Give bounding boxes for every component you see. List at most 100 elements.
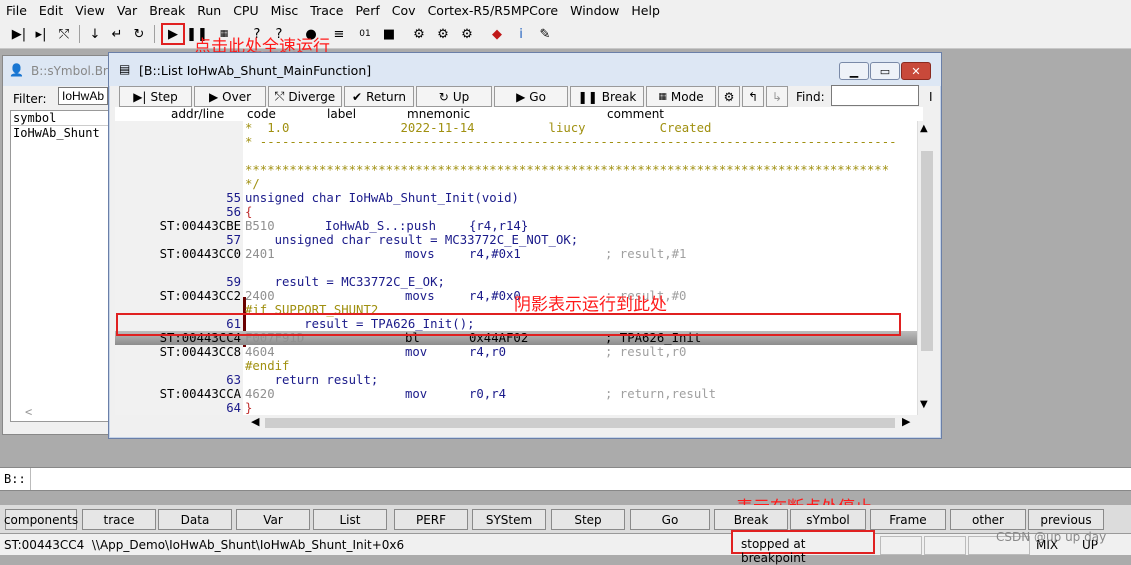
softkey-trace[interactable]: trace xyxy=(82,509,156,530)
go-button-list[interactable]: ▶ Go xyxy=(494,86,568,107)
menu-cortex-r5-r5mpcore[interactable]: Cortex-R5/R5MPCore xyxy=(422,3,565,18)
close-button[interactable]: ✕ xyxy=(901,62,931,80)
code-line[interactable]: ****************************************… xyxy=(115,163,917,177)
code-line[interactable]: ST:00443CC0 2401 movs r4,#0x1 ; result,#1 xyxy=(115,247,917,261)
menu-cpu[interactable]: CPU xyxy=(227,3,264,18)
softkey-previous[interactable]: previous xyxy=(1028,509,1104,530)
code-line[interactable] xyxy=(115,149,917,163)
break-button[interactable]: ❚❚ Break xyxy=(570,86,644,107)
list-icon[interactable]: ≡ xyxy=(330,25,348,43)
menu-help[interactable]: Help xyxy=(625,3,666,18)
tools-icon[interactable]: ✎ xyxy=(536,25,554,43)
list-window[interactable]: ▤ [B::List IoHwAb_Shunt_MainFunction] ▁ … xyxy=(108,52,942,439)
return-button[interactable]: ✔ Return xyxy=(344,86,414,107)
maximize-button[interactable]: ▭ xyxy=(870,62,900,80)
list-window-titlebar[interactable]: ▤ [B::List IoHwAb_Shunt_MainFunction] ▁ … xyxy=(109,53,941,86)
code-line[interactable]: 56 { xyxy=(115,205,917,219)
code-line[interactable] xyxy=(115,261,917,275)
softkey-data[interactable]: Data xyxy=(158,509,232,530)
softkey-components[interactable]: components xyxy=(4,509,78,530)
over-icon[interactable]: ▸| xyxy=(32,25,50,43)
up-icon[interactable]: ↻ xyxy=(130,25,148,43)
code-line[interactable]: */ xyxy=(115,177,917,191)
return-icon[interactable]: ↵ xyxy=(108,25,126,43)
line-addr: 59 xyxy=(226,275,241,289)
command-line[interactable]: B:: xyxy=(0,467,1131,491)
softkey-symbol[interactable]: sYmbol xyxy=(790,509,866,530)
perf-icon[interactable]: ⚙ xyxy=(434,25,452,43)
symbol-list[interactable]: symbol IoHwAb_Shunt < xyxy=(10,110,113,422)
diverge-icon[interactable]: ⤲ xyxy=(55,25,73,43)
symbol-item[interactable]: IoHwAb_Shunt xyxy=(11,126,112,140)
softkey-perf[interactable]: PERF xyxy=(394,509,468,530)
find-input[interactable] xyxy=(831,85,919,106)
softkey-frame[interactable]: Frame xyxy=(870,509,946,530)
scroll-down-icon[interactable]: ▼ xyxy=(920,399,928,410)
back-button[interactable]: ↰ xyxy=(742,86,764,107)
code-line[interactable]: #endif xyxy=(115,359,917,373)
step-down-icon[interactable]: ↓ xyxy=(86,25,104,43)
menu-break[interactable]: Break xyxy=(143,3,191,18)
code-line[interactable]: ST:00443CC8 4604 mov r4,r0 ; result,r0 xyxy=(115,345,917,359)
line-addr: ST:00443CCA xyxy=(159,387,241,401)
code-line[interactable]: ST:00443CCA 4620 mov r0,r4 ; return,result xyxy=(115,387,917,401)
line-code: 2400 xyxy=(245,289,275,303)
filter-input[interactable] xyxy=(58,87,108,105)
softkey-system[interactable]: SYStem xyxy=(472,509,546,530)
go-button[interactable]: ▶ xyxy=(161,23,185,45)
softkey-var[interactable]: Var xyxy=(236,509,310,530)
menu-perf[interactable]: Perf xyxy=(349,3,385,18)
line-code: 4604 xyxy=(245,345,275,359)
symbol-window-titlebar[interactable]: 👤 B::sYmbol.Br xyxy=(3,56,111,86)
softkey-break[interactable]: Break xyxy=(714,509,788,530)
trace-icon[interactable]: ⚙ xyxy=(458,25,476,43)
scroll-left-icon[interactable]: ◀ xyxy=(251,415,259,428)
menu-window[interactable]: Window xyxy=(564,3,625,18)
diverge-button[interactable]: ⤲ Diverge xyxy=(268,86,342,107)
scroll-up-icon[interactable]: ▲ xyxy=(920,123,928,134)
find-label: Find: xyxy=(796,90,825,104)
scroll-thumb[interactable] xyxy=(921,151,933,351)
hscroll-thumb[interactable] xyxy=(265,418,895,428)
cube-icon[interactable]: ◆ xyxy=(488,25,506,43)
scroll-left-icon[interactable]: < xyxy=(25,405,32,419)
code-line[interactable]: * --------------------------------------… xyxy=(115,135,917,149)
code-line[interactable]: ST:00443CBE B510 IoHwAb_S..:push {r4,r14} xyxy=(115,219,917,233)
menu-view[interactable]: View xyxy=(69,3,111,18)
code-line[interactable]: * 1.0 2022-11-14 liucy Created xyxy=(115,121,917,135)
scroll-right-icon[interactable]: ▶ xyxy=(902,415,910,428)
over-button[interactable]: ▶ Over xyxy=(194,86,266,107)
code-line[interactable]: 63 return result; xyxy=(115,373,917,387)
mode-button[interactable]: ▦ Mode xyxy=(646,86,716,107)
forward-button[interactable]: ↳ xyxy=(766,86,788,107)
softkey-step[interactable]: Step xyxy=(551,509,625,530)
menu-trace[interactable]: Trace xyxy=(304,3,349,18)
chip-icon[interactable]: ■ xyxy=(380,25,398,43)
code-listing[interactable]: * 1.0 2022-11-14 liucy Created * --------… xyxy=(115,121,917,415)
menu-misc[interactable]: Misc xyxy=(265,3,305,18)
info-icon[interactable]: i xyxy=(512,25,530,43)
code-line[interactable]: 55 unsigned char IoHwAb_Shunt_Init(void) xyxy=(115,191,917,205)
menu-file[interactable]: File xyxy=(0,3,33,18)
code-line[interactable]: 64} xyxy=(115,401,917,415)
step-icon[interactable]: ▶| xyxy=(10,25,28,43)
softkey-go[interactable]: Go xyxy=(630,509,710,530)
minimize-button[interactable]: ▁ xyxy=(839,62,869,80)
watch-icon[interactable]: ⚙ xyxy=(410,25,428,43)
menu-edit[interactable]: Edit xyxy=(33,3,69,18)
code-line[interactable]: 57 unsigned char result = MC33772C_E_NOT… xyxy=(115,233,917,247)
menu-var[interactable]: Var xyxy=(111,3,143,18)
softkey-list[interactable]: List xyxy=(313,509,387,530)
step-button[interactable]: ▶| Step xyxy=(119,86,192,107)
symbol-window[interactable]: 👤 B::sYmbol.Br Filter: symbol IoHwAb_Shu… xyxy=(2,55,113,435)
line-label: IoHwAb_S..:push xyxy=(325,219,437,233)
binary-icon[interactable]: 01 xyxy=(356,25,374,43)
horizontal-scrollbar[interactable]: ◀ ▶ xyxy=(247,415,917,431)
watch-button[interactable]: ⚙ xyxy=(718,86,740,107)
vertical-scrollbar[interactable]: ▲ ▼ xyxy=(917,121,935,415)
menu-cov[interactable]: Cov xyxy=(386,3,422,18)
code-line[interactable]: 59 result = MC33772C_E_OK; xyxy=(115,275,917,289)
menu-run[interactable]: Run xyxy=(191,3,227,18)
up-button[interactable]: ↻ Up xyxy=(416,86,492,107)
softkey-other[interactable]: other xyxy=(950,509,1026,530)
